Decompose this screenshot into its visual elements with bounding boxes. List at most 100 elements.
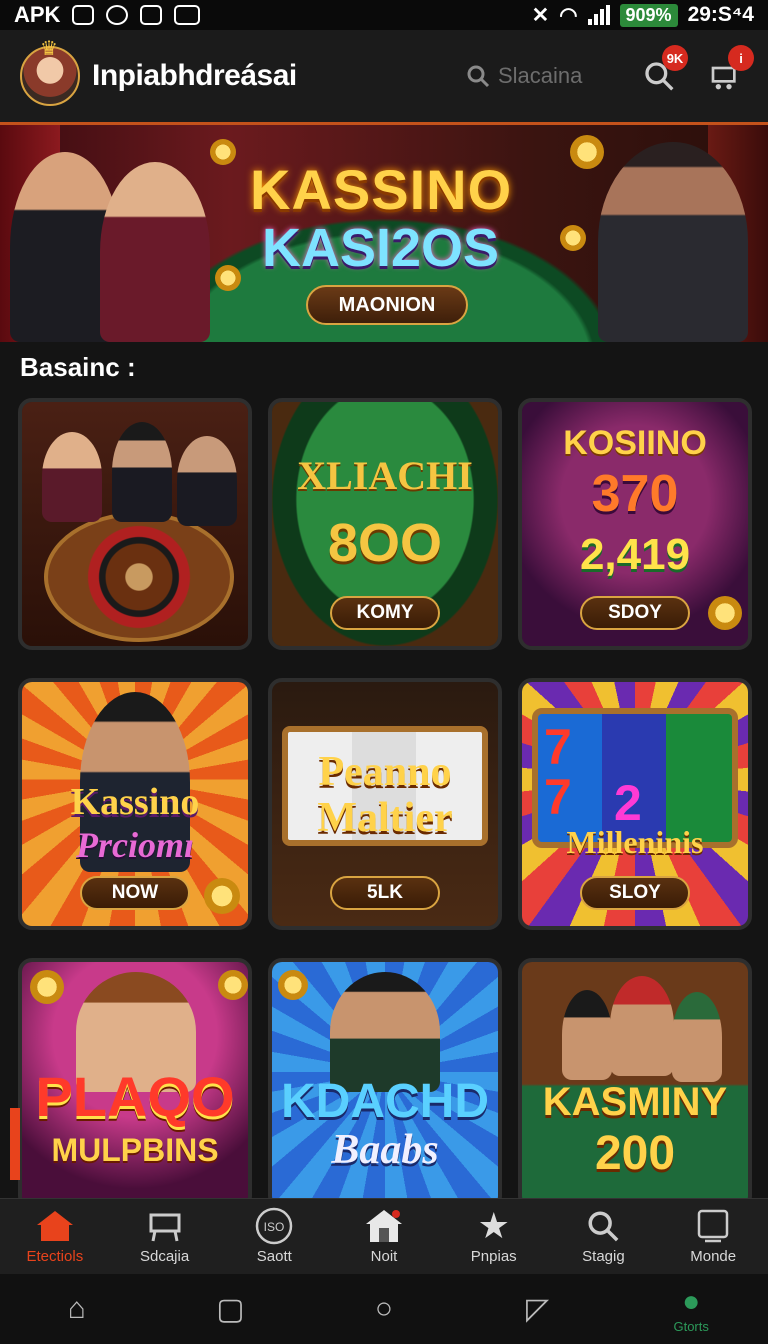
game-card-kassino[interactable]: Kassino Prciomı NOW (18, 678, 252, 930)
card-subtitle: Maltier (317, 795, 453, 841)
coin-icon (570, 135, 604, 169)
battery-indicator: 909% (619, 3, 678, 27)
seven-icon: 2 (614, 775, 642, 831)
nav-item-favorites[interactable]: ★ Pnpias (439, 1199, 549, 1274)
avatar[interactable]: ♛ (20, 38, 80, 106)
app-title: Inpiabhdreásai (92, 59, 297, 92)
cart-button[interactable]: i (702, 45, 754, 99)
banner-title: KASSINO (250, 158, 513, 221)
banner-dealer-right (598, 142, 748, 342)
card-subtitle: Baabs (331, 1127, 439, 1173)
side-tab[interactable] (10, 1108, 20, 1180)
nav-label: Sdcajia (139, 1248, 190, 1265)
gallery-icon (174, 5, 201, 25)
nav-item-search[interactable]: Stagig (549, 1199, 659, 1274)
card-title: KOSIINO (563, 424, 707, 462)
alarm-icon (106, 5, 129, 25)
game-card-kasminy[interactable]: KASMINY 200 (518, 958, 752, 1210)
card-title: Milleninis (566, 824, 704, 860)
card-title: XLIACHI (297, 453, 473, 498)
house-icon (364, 1208, 404, 1244)
profile-label: Gtorts (673, 1318, 709, 1334)
search-placeholder: Slacaina (498, 63, 583, 88)
app-header: ♛ Inpiabhdreásai Slacaina 9K i (0, 30, 768, 122)
coin-icon (708, 596, 742, 630)
coin-icon (560, 225, 586, 251)
nav-label: Stagig (582, 1248, 625, 1265)
system-circle-button[interactable]: ○ (354, 1292, 414, 1326)
status-app-label: APK (14, 2, 61, 27)
banner-button[interactable]: MAONION (306, 285, 468, 325)
square-icon: ▢ (216, 1292, 245, 1326)
system-nav: ⌂ ▢ ○ ◸ ● Gtorts (0, 1274, 768, 1344)
mute-icon: ✕ (531, 3, 550, 27)
game-card-plaqo[interactable]: PLAQO MULPBINS (18, 958, 252, 1210)
card-button[interactable]: NOW (80, 876, 190, 910)
game-card-xliachi[interactable]: XLIACHI 8OO KOMY (268, 398, 502, 650)
banner-dealer-woman (100, 162, 210, 342)
game-card-roulette[interactable] (18, 398, 252, 650)
coin-icon (218, 970, 248, 1000)
card-button[interactable]: 5LK (330, 876, 440, 910)
card-subtitle: Prciomı (76, 825, 194, 865)
promo-banner[interactable]: KASSINO KASI2OS MAONION (0, 122, 768, 342)
cart-badge: i (728, 45, 754, 71)
nav-label: Noit (370, 1248, 398, 1265)
nav-label: Monde (690, 1248, 737, 1265)
coin-icon (30, 970, 64, 1004)
search-button[interactable]: 9K (636, 45, 688, 99)
game-card-kdachd[interactable]: KDACHD Baabs (268, 958, 502, 1210)
nav-label: Etectiols (26, 1248, 84, 1265)
signal-icon (587, 5, 610, 25)
crown-icon: ♛ (40, 38, 58, 60)
coin-icon (210, 139, 236, 165)
tablet-icon (695, 1208, 731, 1244)
card-button[interactable]: KOMY (330, 596, 440, 630)
game-grid: XLIACHI 8OO KOMY KOSIINO 370 2,419 SDOY … (18, 398, 752, 1210)
card-title: Kassino (70, 781, 200, 823)
nav-item-home[interactable]: Etectiols (0, 1199, 110, 1274)
seven-icon: 77 (544, 719, 572, 825)
coin-icon (215, 265, 241, 291)
card-person (562, 990, 612, 1080)
section-title: Basainc : (20, 352, 136, 382)
card-number: 370 (591, 465, 679, 523)
wifi-icon: ◠ (559, 3, 578, 27)
notification-icon (72, 5, 95, 25)
game-card-peanno[interactable]: Peanno Maltier 5LK (268, 678, 502, 930)
system-recents-button[interactable]: ▢ (200, 1292, 260, 1327)
star-icon: ★ (477, 1205, 510, 1246)
home-icon (35, 1208, 75, 1244)
back-icon: ◸ (526, 1292, 550, 1326)
card-button[interactable]: SDOY (580, 596, 690, 630)
card-subtitle: 8OO (327, 513, 443, 573)
system-profile-button[interactable]: ● Gtorts (661, 1285, 721, 1334)
card-subtitle: MULPBINS (51, 1132, 219, 1168)
nav-item-cart[interactable]: Sdcajia (110, 1199, 220, 1274)
card-person (672, 992, 722, 1082)
system-home-button[interactable]: ⌂ (47, 1292, 107, 1326)
roulette-wheel-icon (44, 512, 234, 642)
camera-icon (140, 5, 163, 25)
nav-item-slots[interactable]: ISO Saott (219, 1199, 329, 1274)
search-icon (467, 65, 490, 88)
card-person (112, 422, 172, 522)
cart-icon (145, 1208, 185, 1244)
nav-item-more[interactable]: Monde (658, 1199, 768, 1274)
slot-icon: ISO (254, 1207, 294, 1245)
card-title: KASMINY (542, 1080, 728, 1124)
card-button[interactable]: SLOY (580, 876, 690, 910)
game-card-kosiino[interactable]: KOSIINO 370 2,419 SDOY (518, 398, 752, 650)
system-back-button[interactable]: ◸ (508, 1292, 568, 1327)
card-title: PLAQO (35, 1065, 235, 1128)
coin-icon (204, 878, 240, 914)
banner-subtitle: KASI2OS (262, 218, 500, 278)
notification-badge: 9K (662, 45, 688, 71)
nav-label: Pnpias (470, 1248, 517, 1265)
game-card-milleninis[interactable]: 77 2 Milleninis SLOY (518, 678, 752, 930)
svg-text:ISO: ISO (264, 1220, 285, 1234)
search-input[interactable]: Slacaina (466, 63, 616, 89)
nav-item-house[interactable]: Noit (329, 1199, 439, 1274)
clock: 29:S⁴4 (687, 3, 754, 26)
profile-icon: ● (682, 1284, 701, 1318)
